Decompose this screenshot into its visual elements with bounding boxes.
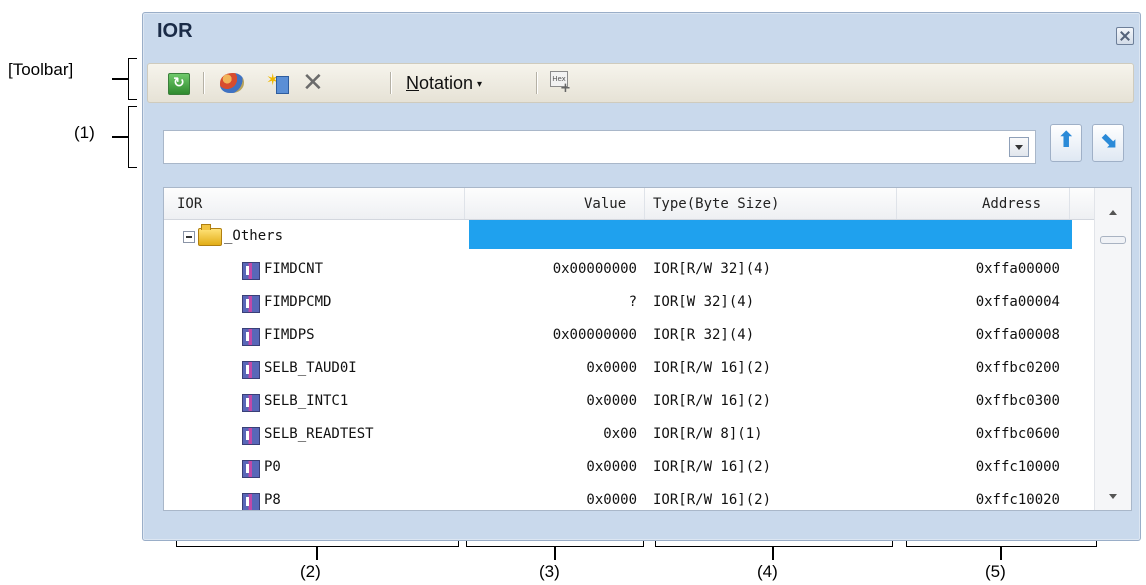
- scroll-thumb[interactable]: [1100, 236, 1126, 244]
- close-icon[interactable]: [1116, 27, 1134, 45]
- ior-grid: IOR Value Type(Byte Size) Address _Other…: [163, 187, 1132, 511]
- table-row[interactable]: SELB_TAUD0I 0x0000 IOR[R/W 16](2) 0xffbc020…: [164, 352, 1094, 385]
- register-value[interactable]: 0x0000: [449, 360, 637, 376]
- register-name: FIMDCNT: [264, 261, 324, 277]
- scroll-up-icon[interactable]: [1109, 210, 1117, 215]
- header-value[interactable]: Value: [584, 196, 626, 212]
- palette-icon[interactable]: [220, 73, 244, 93]
- register-address: 0xffbc0600: [975, 426, 1060, 442]
- register-name: FIMDPCMD: [264, 294, 332, 310]
- new-category-icon[interactable]: ✶: [266, 70, 290, 94]
- title-bar: IOR: [143, 13, 1140, 49]
- register-value[interactable]: 0x00000000: [449, 261, 637, 277]
- area2-bracket-tick: [316, 546, 318, 560]
- table-row[interactable]: FIMDPCMD? IOR[W 32](4) 0xffa00004: [164, 286, 1094, 319]
- toolbar-annotation: [Toolbar]: [8, 60, 74, 79]
- folder-icon: [198, 224, 222, 246]
- grid-header: IOR Value Type(Byte Size) Address: [164, 188, 1094, 220]
- register-icon: [242, 262, 260, 280]
- register-value[interactable]: 0x00000000: [449, 327, 637, 343]
- refresh-icon[interactable]: ↻: [168, 73, 190, 95]
- search-backward-button[interactable]: ⬆: [1050, 124, 1082, 162]
- arrow-down-icon: ⬊: [1099, 128, 1118, 153]
- register-type: IOR[W 32](4): [653, 294, 755, 310]
- table-row[interactable]: FIMDCNT 0x00000000 IOR[R/W 32](4) 0xffa0000…: [164, 253, 1094, 286]
- notation-menu-button[interactable]: Notation ▾: [406, 73, 482, 99]
- register-type: IOR[R/W 32](4): [653, 261, 772, 277]
- chevron-down-icon: ▾: [477, 79, 483, 90]
- toolbar-separator: [536, 72, 537, 94]
- header-address[interactable]: Address: [982, 196, 1041, 212]
- search-forward-button[interactable]: ⬊: [1092, 124, 1124, 162]
- register-name: SELB_READTEST: [264, 426, 374, 442]
- table-row[interactable]: P8 0x0000 IOR[R/W 16](2) 0xffc10020: [164, 484, 1094, 510]
- group-row[interactable]: _Others: [164, 220, 1094, 253]
- register-value[interactable]: ?: [449, 294, 637, 310]
- table-row[interactable]: SELB_INTC1 0x0000 IOR[R/W 16](2) 0xffbc0300: [164, 385, 1094, 418]
- register-name: SELB_TAUD0I: [264, 360, 357, 376]
- register-value[interactable]: 0x0000: [449, 459, 637, 475]
- table-row[interactable]: FIMDPS 0x00000000 IOR[R 32](4) 0xffa00008: [164, 319, 1094, 352]
- area4-annotation: (4): [757, 562, 778, 581]
- register-address: 0xffbc0300: [975, 393, 1060, 409]
- area3-bracket-tick: [554, 546, 556, 560]
- toolbar-bracket-tick: [112, 78, 128, 80]
- register-value[interactable]: 0x0000: [449, 393, 637, 409]
- register-address: 0xffc10020: [975, 492, 1060, 508]
- delete-icon[interactable]: ✕: [302, 70, 324, 96]
- ior-panel: IOR ↻ ✶ ✕ Notation ▾ Hex + ⬆ ⬊ IOR Value T…: [142, 12, 1141, 541]
- register-type: IOR[R/W 16](2): [653, 459, 772, 475]
- vertical-scrollbar[interactable]: [1094, 188, 1131, 510]
- search-combo-input[interactable]: [163, 130, 1036, 164]
- register-icon: [242, 460, 260, 478]
- group-name: _Others: [224, 228, 284, 244]
- table-row[interactable]: SELB_READTEST 0x00 IOR[R/W 8](1) 0xffbc0600: [164, 418, 1094, 451]
- register-type: IOR[R 32](4): [653, 327, 755, 343]
- header-type[interactable]: Type(Byte Size): [653, 196, 779, 212]
- register-icon: [242, 394, 260, 412]
- area5-bracket-tick: [1000, 546, 1002, 560]
- arrow-up-icon: ⬆: [1057, 128, 1076, 153]
- toolbar: ↻ ✶ ✕ Notation ▾ Hex +: [147, 63, 1134, 103]
- register-name: FIMDPS: [264, 327, 315, 343]
- register-address: 0xffc10000: [975, 459, 1060, 475]
- register-name: P0: [264, 459, 281, 475]
- hex-display-icon[interactable]: Hex +: [550, 71, 571, 96]
- area1-annotation: (1): [74, 123, 95, 142]
- area3-annotation: (3): [539, 562, 560, 581]
- register-address: 0xffbc0200: [975, 360, 1060, 376]
- area5-annotation: (5): [985, 562, 1006, 581]
- register-value[interactable]: 0x0000: [449, 492, 637, 508]
- scroll-down-icon[interactable]: [1109, 494, 1117, 499]
- register-address: 0xffa00008: [975, 327, 1060, 343]
- selection-highlight: [469, 220, 1072, 249]
- register-name: SELB_INTC1: [264, 393, 349, 409]
- register-icon: [242, 361, 260, 379]
- register-icon: [242, 427, 260, 445]
- area1-bracket-tick: [112, 136, 128, 138]
- register-value[interactable]: 0x00: [449, 426, 637, 442]
- register-type: IOR[R/W 16](2): [653, 492, 772, 508]
- register-icon: [242, 493, 260, 510]
- toolbar-separator: [390, 72, 391, 94]
- register-icon: [242, 295, 260, 313]
- area2-annotation: (2): [300, 562, 321, 581]
- register-address: 0xffa00004: [975, 294, 1060, 310]
- header-ior[interactable]: IOR: [177, 196, 202, 212]
- toolbar-bracket: [128, 58, 137, 100]
- panel-title: IOR: [157, 20, 193, 42]
- register-type: IOR[R/W 16](2): [653, 360, 772, 376]
- register-address: 0xffa00000: [975, 261, 1060, 277]
- toolbar-separator: [203, 72, 204, 94]
- collapse-icon[interactable]: [183, 231, 195, 243]
- area1-bracket: [128, 106, 137, 168]
- register-icon: [242, 328, 260, 346]
- register-type: IOR[R/W 16](2): [653, 393, 772, 409]
- register-name: P8: [264, 492, 281, 508]
- table-row[interactable]: P0 0x0000 IOR[R/W 16](2) 0xffc10000: [164, 451, 1094, 484]
- register-type: IOR[R/W 8](1): [653, 426, 763, 442]
- dropdown-arrow-icon[interactable]: [1009, 137, 1029, 157]
- area4-bracket-tick: [772, 546, 774, 560]
